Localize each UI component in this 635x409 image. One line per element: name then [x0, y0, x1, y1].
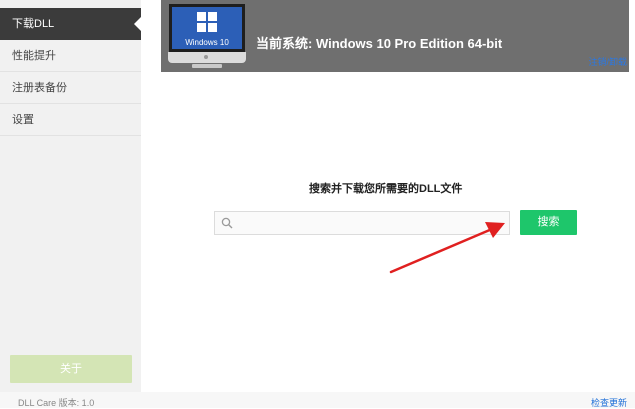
check-update-link[interactable]: 检查更新	[591, 396, 627, 409]
red-arrow-icon	[389, 222, 505, 274]
version-label: DLL Care 版本: 1.0	[18, 398, 95, 408]
footer-bar: DLL Care 版本: 1.0 检查更新	[0, 392, 635, 408]
